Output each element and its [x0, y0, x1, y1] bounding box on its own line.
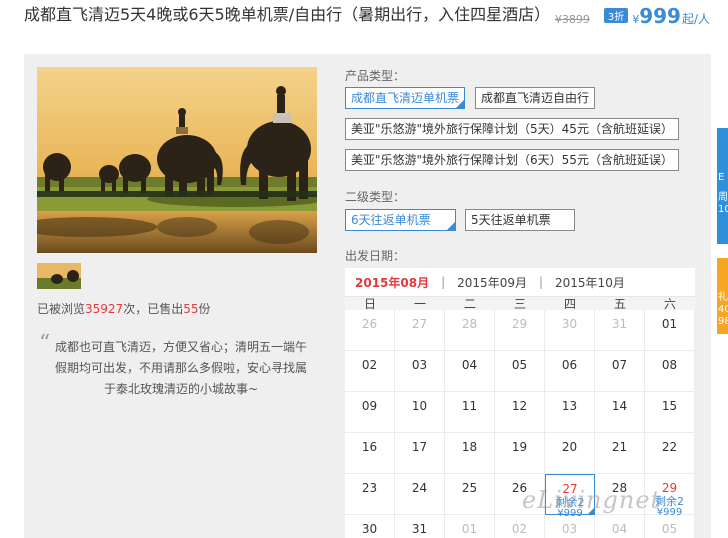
- calendar-day: 03: [545, 515, 595, 538]
- stats-prefix: 已被浏览: [37, 302, 86, 316]
- calendar-day: 13: [545, 392, 595, 433]
- side-float-tab-blue[interactable]: E 周 10: [717, 128, 728, 244]
- calendar-day: 18: [445, 433, 495, 474]
- calendar-day: 09: [345, 392, 395, 433]
- discount-badge: 3折: [603, 8, 629, 23]
- product-title: 成都直飞清迈5天4晚或6天5晚单机票/自由行（暑期出行，入住四星酒店）: [24, 5, 551, 24]
- month-tab-2015-09[interactable]: 2015年09月: [457, 274, 527, 291]
- quote-text: 成都也可直飞清迈，方便又省心；清明五一端午假期均可出发，不用请那么多假啦，安心寻…: [55, 340, 308, 396]
- calendar-day: 31: [395, 515, 445, 538]
- weekday-thu: 四: [563, 297, 576, 311]
- calendar-day: 06: [545, 351, 595, 392]
- product-type-label: 产品类型：: [345, 69, 406, 83]
- calendar-day: 02: [495, 515, 545, 538]
- weekday-sat: 六: [663, 297, 676, 311]
- calendar-day: 07: [595, 351, 645, 392]
- side-tab-orange-text-2: 40: [718, 304, 728, 315]
- calendar-day: 26: [345, 310, 395, 351]
- original-price: ¥3899: [554, 13, 590, 26]
- watermark-logo: eLivingnet: [522, 486, 662, 514]
- month-separator: |: [538, 275, 544, 289]
- price-box: ¥3899 3折 ¥ 999 起/人: [554, 4, 710, 28]
- calendar-day: 15: [645, 392, 695, 433]
- view-sales-stats: 已被浏览35927次，已售出55份: [37, 300, 211, 317]
- calendar-day: 29: [495, 310, 545, 351]
- calendar-day: 30: [345, 515, 395, 538]
- calendar-day: 30: [545, 310, 595, 351]
- calendar-day: 20: [545, 433, 595, 474]
- calendar-day: 11: [445, 392, 495, 433]
- calendar-day: 24: [395, 474, 445, 515]
- weekday-tue: 二: [463, 297, 476, 311]
- side-tab-blue-text-3: 10: [718, 204, 728, 215]
- calendar-day: 02: [345, 351, 395, 392]
- calendar-day: 01: [645, 310, 695, 351]
- product-type-option-freetour[interactable]: 成都直飞清迈自由行: [475, 87, 596, 109]
- calendar-day: 05: [495, 351, 545, 392]
- calendar-day: 08: [645, 351, 695, 392]
- product-quote: “ 成都也可直飞清迈，方便又省心；清明五一端午假期均可出发，不用请那么多假啦，安…: [37, 328, 307, 400]
- product-hero-image[interactable]: [37, 67, 317, 253]
- calendar-weekday-header: 日 一 二 三 四 五 六: [345, 296, 695, 311]
- calendar-day: 04: [595, 515, 645, 538]
- side-float-tab-orange[interactable]: 礼 40 98: [717, 258, 728, 334]
- month-tab-2015-10[interactable]: 2015年10月: [555, 274, 625, 291]
- calendar-day: 01: [445, 515, 495, 538]
- product-panel: 已被浏览35927次，已售出55份 “ 成都也可直飞清迈，方便又省心；清明五一端…: [24, 54, 711, 538]
- calendar-day: 12: [495, 392, 545, 433]
- product-type-option-flight[interactable]: 成都直飞清迈单机票: [345, 87, 466, 109]
- calendar-day: 21: [595, 433, 645, 474]
- calendar-day: 23: [345, 474, 395, 515]
- calendar-day: 04: [445, 351, 495, 392]
- side-tab-orange-text-3: 98: [718, 316, 728, 327]
- current-price: 999: [639, 4, 681, 28]
- side-tab-orange-text-1: 礼: [718, 292, 728, 303]
- sub-type-label: 二级类型：: [345, 190, 406, 204]
- thumbnail-image: [37, 263, 81, 289]
- stats-suffix: 份: [198, 302, 211, 316]
- calendar-day: 17: [395, 433, 445, 474]
- quote-mark-icon: “: [39, 331, 51, 356]
- stats-middle: 次，已售出: [123, 302, 184, 316]
- side-tab-blue-text-1: E: [718, 172, 725, 183]
- month-tab-2015-08[interactable]: 2015年08月: [355, 274, 429, 291]
- calendar-day: 22: [645, 433, 695, 474]
- view-count: 35927: [85, 302, 124, 316]
- calendar-day: 25: [445, 474, 495, 515]
- product-type-option-insurance-6d[interactable]: 美亚"乐悠游"境外旅行保障计划（6天）55元（含航班延误）: [345, 149, 679, 171]
- price-currency: ¥: [632, 13, 640, 26]
- departure-date-label: 出发日期：: [345, 249, 406, 263]
- calendar-day: 31: [595, 310, 645, 351]
- product-type-option-insurance-5d[interactable]: 美亚"乐悠游"境外旅行保障计划（5天）45元（含航班延误）: [345, 118, 679, 140]
- weekday-mon: 一: [413, 297, 426, 311]
- calendar-day: 27: [395, 310, 445, 351]
- calendar-month-tabs: 2015年08月 | 2015年09月 | 2015年10月: [345, 268, 695, 296]
- product-thumbnail[interactable]: [37, 263, 81, 289]
- weekday-wed: 三: [513, 297, 526, 311]
- day-number: 29: [661, 481, 678, 495]
- calendar-day: 16: [345, 433, 395, 474]
- sold-count: 55: [183, 302, 199, 316]
- calendar-day: 19: [495, 433, 545, 474]
- weekday-fri: 五: [613, 297, 626, 311]
- sub-type-option-5day[interactable]: 5天往返单机票: [465, 209, 575, 231]
- calendar-day: 28: [445, 310, 495, 351]
- sub-type-option-6day[interactable]: 6天往返单机票: [345, 209, 456, 231]
- price-unit: 起/人: [681, 12, 710, 26]
- weekday-sun: 日: [363, 297, 376, 311]
- month-separator: |: [441, 275, 446, 289]
- calendar-day: 05: [645, 515, 695, 538]
- side-tab-blue-text-2: 周: [718, 192, 728, 203]
- calendar-day: 14: [595, 392, 645, 433]
- calendar-day: 03: [395, 351, 445, 392]
- elephant-sunset-image: [37, 67, 317, 253]
- calendar-day: 10: [395, 392, 445, 433]
